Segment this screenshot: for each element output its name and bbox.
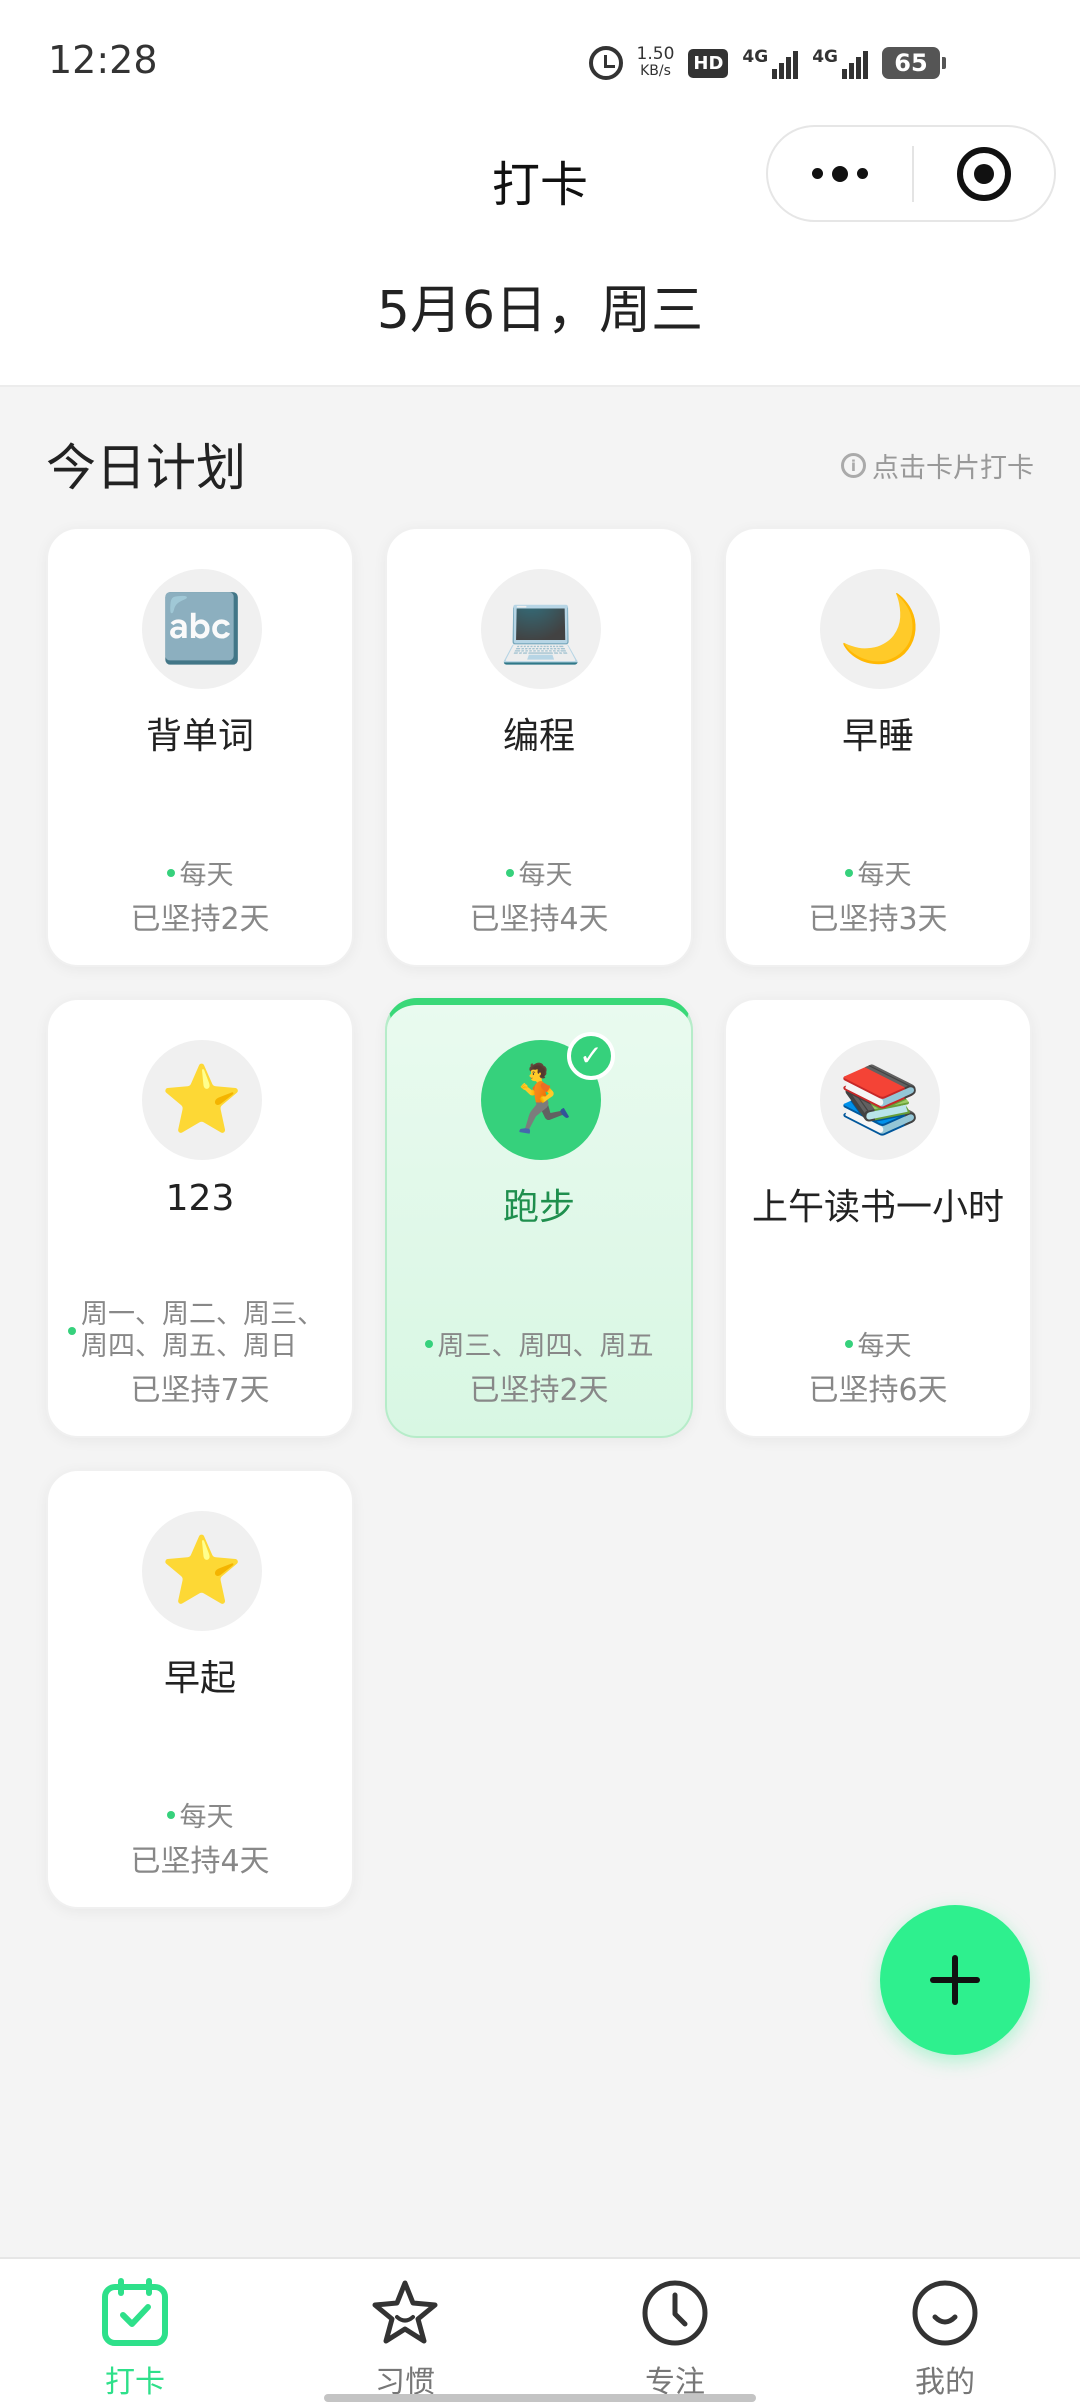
smile-icon <box>912 2280 978 2346</box>
habit-card-sleep-early[interactable]: 🌙 早睡 每天 已坚持3天 <box>724 527 1032 967</box>
status-icons: 1.50 KB/s HD 4G 4G 65 <box>588 40 946 86</box>
close-mini-program-button[interactable] <box>914 127 1054 220</box>
habit-card-morning-reading[interactable]: 📚 上午读书一小时 每天 已坚持6天 <box>724 998 1032 1438</box>
home-indicator[interactable] <box>324 2394 756 2402</box>
habit-streak: 已坚持2天 <box>130 902 270 937</box>
tab-focus[interactable]: 专注 <box>540 2259 810 2408</box>
target-icon <box>957 146 1011 201</box>
info-icon: i <box>841 453 866 478</box>
alarm-icon <box>588 46 623 80</box>
add-habit-button[interactable] <box>880 1905 1030 2055</box>
status-bar: 12:28 1.50 KB/s HD 4G 4G 65 <box>0 0 1080 125</box>
habit-name: 早睡 <box>841 716 914 757</box>
frequency-dot-icon <box>166 868 175 877</box>
habit-name: 背单词 <box>145 716 254 757</box>
tap-hint-text: 点击卡片打卡 <box>872 453 1034 484</box>
calendar-check-icon <box>102 2278 168 2346</box>
habit-frequency: 每天 <box>48 1795 352 1834</box>
habit-frequency: 周三、周四、周五 <box>387 1324 691 1363</box>
frequency-dot-icon <box>166 1810 175 1819</box>
habit-frequency: 每天 <box>387 853 691 892</box>
habit-streak: 已坚持6天 <box>808 1373 948 1408</box>
moon-icon: 🌙 <box>820 569 940 689</box>
habit-frequency-text: 周一、周二、周三、周四、周五、周日 <box>81 1299 324 1362</box>
title-bar: 打卡 <box>0 125 1080 255</box>
tap-hint: i 点击卡片打卡 <box>841 446 1034 485</box>
habit-name: 跑步 <box>502 1187 575 1228</box>
network-speed-unit: KB/s <box>640 63 671 79</box>
habit-frequency-text: 每天 <box>857 860 912 891</box>
frequency-dot-icon <box>844 1339 853 1348</box>
star-icon <box>372 2280 438 2344</box>
tab-label: 打卡 <box>105 2365 165 2400</box>
habit-frequency: 每天 <box>726 853 1030 892</box>
frequency-dot-icon <box>424 1339 433 1348</box>
signal-sim2-icon: 4G <box>812 47 868 79</box>
star-icon: ⭐ <box>142 1511 262 1631</box>
habit-streak: 已坚持4天 <box>469 902 609 937</box>
habit-streak: 已坚持3天 <box>808 902 948 937</box>
tab-profile[interactable]: 我的 <box>810 2259 1080 2408</box>
star-icon: ⭐ <box>142 1040 262 1160</box>
habit-name: 上午读书一小时 <box>751 1187 1004 1228</box>
more-dot-icon <box>812 168 823 179</box>
books-icon: 📚 <box>820 1040 940 1160</box>
running-person-icon: 🏃 ✓ <box>481 1032 615 1160</box>
laptop-icon: 💻 <box>481 569 601 689</box>
screen: 12:28 1.50 KB/s HD 4G 4G 65 打卡 5月6日，周三 今… <box>0 0 1080 2408</box>
checked-icon: ✓ <box>567 1032 615 1080</box>
tab-habits[interactable]: 习惯 <box>270 2259 540 2408</box>
more-options-button[interactable] <box>768 127 912 220</box>
frequency-dot-icon <box>505 868 514 877</box>
habit-streak: 已坚持4天 <box>130 1844 270 1879</box>
sim2-network-type: 4G <box>812 47 838 67</box>
date-header: 5月6日，周三 <box>0 255 1080 387</box>
sim1-network-type: 4G <box>742 47 769 67</box>
habit-card-programming[interactable]: 💻 编程 每天 已坚持4天 <box>385 527 693 967</box>
more-dot-icon <box>857 168 868 179</box>
bottom-tab-bar: 打卡 习惯 专注 我的 <box>0 2257 1080 2408</box>
habit-name: 编程 <box>502 716 575 757</box>
current-date: 5月6日，周三 <box>376 281 704 341</box>
habit-frequency-text: 周三、周四、周五 <box>437 1331 654 1362</box>
habit-streak: 已坚持2天 <box>469 1373 609 1408</box>
frequency-dot-icon <box>844 868 853 877</box>
hd-icon: HD <box>688 48 729 78</box>
habit-card-wake-early[interactable]: ⭐ 早起 每天 已坚持4天 <box>46 1469 354 1909</box>
habit-frequency-text: 每天 <box>518 860 573 891</box>
running-emoji: 🏃 <box>499 1061 583 1138</box>
habit-frequency-text: 每天 <box>857 1331 912 1362</box>
habit-streak: 已坚持7天 <box>130 1373 270 1408</box>
network-speed-value: 1.50 <box>636 44 675 64</box>
section-title: 今日计划 <box>46 439 246 497</box>
more-dot-icon <box>832 165 848 182</box>
habit-frequency-text: 每天 <box>179 1802 234 1833</box>
habit-name: 早起 <box>163 1658 236 1699</box>
habit-card-123[interactable]: ⭐ 123 周一、周二、周三、周四、周五、周日 已坚持7天 <box>46 998 354 1438</box>
habit-card-running[interactable]: 🏃 ✓ 跑步 周三、周四、周五 已坚持2天 <box>385 998 693 1438</box>
frequency-dot-icon <box>68 1327 76 1335</box>
abc-icon: 🔤 <box>142 569 262 689</box>
habit-frequency: 每天 <box>48 853 352 892</box>
network-speed: 1.50 KB/s <box>637 46 675 80</box>
signal-sim1-icon: 4G <box>742 47 799 79</box>
habit-frequency: 每天 <box>726 1324 1030 1363</box>
habit-frequency-text: 每天 <box>179 860 234 891</box>
mini-program-capsule <box>766 125 1056 222</box>
habit-name: 123 <box>165 1178 235 1219</box>
tab-label: 我的 <box>915 2365 975 2400</box>
status-time: 12:28 <box>48 38 158 82</box>
tab-checkin[interactable]: 打卡 <box>0 2259 270 2408</box>
plus-icon <box>930 1955 980 2005</box>
habit-card-vocabulary[interactable]: 🔤 背单词 每天 已坚持2天 <box>46 527 354 967</box>
clock-icon <box>642 2280 708 2346</box>
habit-frequency: 周一、周二、周三、周四、周五、周日 <box>48 1299 352 1363</box>
battery-icon: 65 <box>882 47 946 79</box>
